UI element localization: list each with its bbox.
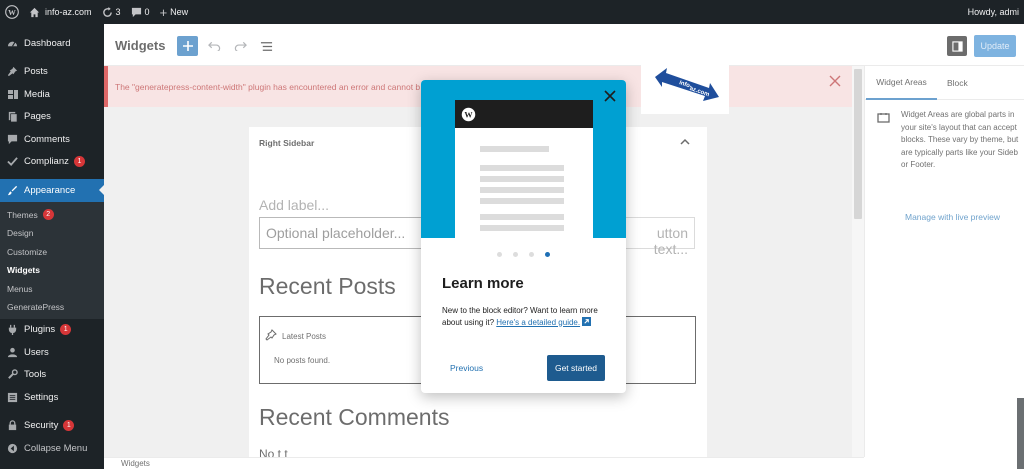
guide-illustration: W [421, 80, 626, 238]
howdy-text: Howdy, admi [967, 7, 1019, 17]
comment-icon [131, 7, 141, 17]
updates-count: 3 [115, 7, 121, 17]
wrench-icon [6, 368, 19, 381]
sidebar-item-comments[interactable]: Comments [0, 128, 104, 151]
info-az-logo: info- az.com [655, 68, 719, 101]
submenu-generatepress[interactable]: GeneratePress [0, 298, 104, 317]
dashboard-icon [6, 37, 19, 50]
welcome-guide-modal: W Learn more New to the block editor? Wa… [421, 80, 626, 393]
check-icon [6, 155, 19, 168]
sidebar-item-plugins[interactable]: Plugins 1 [0, 319, 104, 342]
sidebar-item-dashboard[interactable]: Dashboard [0, 32, 104, 55]
refresh-icon [102, 6, 112, 17]
page-indicator [497, 252, 561, 257]
page-dot[interactable] [529, 252, 534, 257]
sidebar-item-pages[interactable]: Pages [0, 106, 104, 129]
collapse-icon [6, 442, 19, 455]
page-dot-current[interactable] [545, 252, 550, 257]
close-icon[interactable] [603, 89, 617, 103]
security-badge: 1 [63, 420, 75, 432]
sidebar-item-settings[interactable]: Settings [0, 386, 104, 409]
settings-icon [6, 391, 19, 404]
sidebar-item-tools[interactable]: Tools [0, 364, 104, 387]
page-dot[interactable] [497, 252, 502, 257]
comments-link[interactable]: 0 [126, 0, 155, 24]
site-logo-watermark: info- az.com [641, 64, 729, 114]
detailed-guide-link[interactable]: Here's a detailed guide. [496, 318, 580, 327]
wordpress-icon: W [5, 5, 19, 19]
sidebar-item-posts[interactable]: Posts [0, 61, 104, 84]
collapse-menu-button[interactable]: Collapse Menu [0, 437, 104, 460]
complianz-badge: 1 [73, 156, 85, 168]
new-label: New [170, 7, 189, 17]
updates-link[interactable]: 3 [97, 0, 126, 24]
account-menu[interactable]: Howdy, admi [963, 0, 1024, 24]
external-link-icon[interactable] [582, 316, 592, 326]
plugins-badge: 1 [60, 324, 72, 336]
sidebar-item-complianz[interactable]: Complianz 1 [0, 151, 104, 174]
lock-icon [6, 419, 19, 432]
comment-icon [6, 133, 19, 146]
get-started-button[interactable]: Get started [547, 355, 605, 381]
appearance-submenu: Themes 2 Design Customize Widgets Menus G… [0, 201, 104, 319]
themes-badge: 2 [42, 209, 54, 221]
user-icon [6, 346, 19, 359]
submenu-customize[interactable]: Customize [0, 243, 104, 262]
site-name-link[interactable]: info-az.com [24, 0, 97, 24]
pin-icon [6, 65, 19, 78]
previous-button[interactable]: Previous [450, 363, 483, 373]
plug-icon [6, 323, 19, 336]
sidebar-item-appearance[interactable]: Appearance [0, 179, 104, 202]
plus-icon: + [159, 4, 168, 20]
page-dot[interactable] [513, 252, 518, 257]
modal-title: Learn more [442, 275, 524, 292]
submenu-menus[interactable]: Menus [0, 280, 104, 299]
svg-text:W: W [464, 111, 473, 120]
admin-bar: W info-az.com 3 0 + New Howdy, admi [0, 0, 1024, 24]
sidebar-item-security[interactable]: Security 1 [0, 415, 104, 438]
wordpress-logo-button[interactable]: W [0, 0, 24, 24]
home-icon [29, 7, 40, 17]
media-icon [6, 88, 19, 101]
document-illustration: W [455, 100, 593, 238]
submenu-themes[interactable]: Themes 2 [0, 206, 104, 225]
svg-text:W: W [8, 8, 16, 17]
brush-icon [6, 184, 19, 197]
site-name: info-az.com [45, 7, 92, 17]
wordpress-icon: W [461, 107, 476, 122]
comments-count: 0 [144, 7, 150, 17]
admin-sidebar: Dashboard Posts Media Pages Comments Com… [0, 24, 104, 469]
page-icon [6, 110, 19, 123]
submenu-design[interactable]: Design [0, 224, 104, 243]
submenu-widgets[interactable]: Widgets [0, 261, 104, 280]
modal-body: New to the block editor? Want to learn m… [442, 306, 598, 327]
sidebar-item-media[interactable]: Media [0, 83, 104, 106]
new-content-link[interactable]: + New [155, 0, 194, 24]
sidebar-item-users[interactable]: Users [0, 341, 104, 364]
